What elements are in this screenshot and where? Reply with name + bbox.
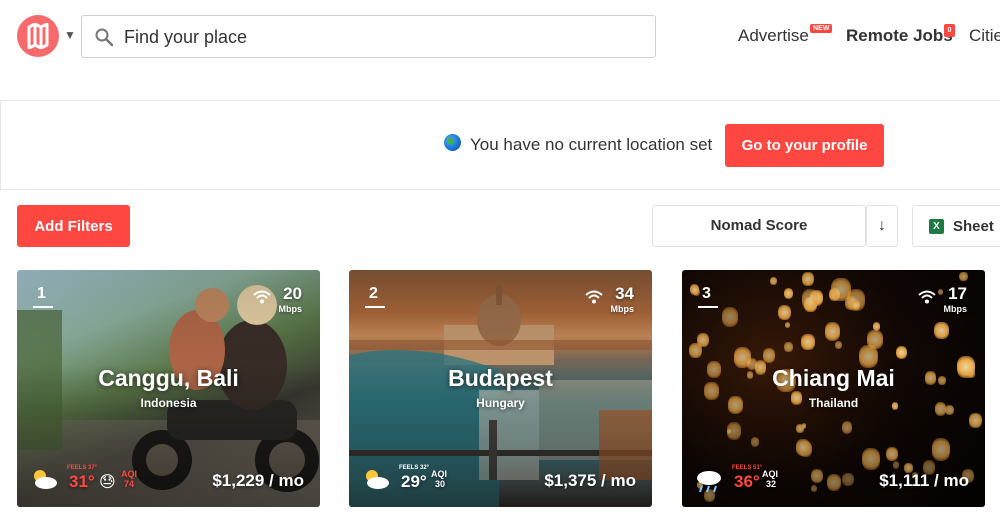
cloud-sun-icon [366, 470, 389, 489]
feels-like-temp: FEELS 51° [732, 465, 763, 471]
city-card-canggu[interactable]: 1 20 Mbps Canggu, Bali Indonesia FEELS 3… [17, 270, 320, 507]
sheet-label: Sheet [953, 218, 994, 235]
aqi-value: 32 [766, 479, 777, 489]
remote-jobs-count-badge: 0 [944, 24, 955, 37]
feels-like-temp: FEELS 37° [67, 465, 98, 471]
internet-speed-unit: Mbps [610, 304, 635, 314]
temperature: 29° [401, 472, 427, 491]
cloud-sun-icon [34, 470, 57, 489]
sweating-face-icon: 😓 [99, 474, 116, 491]
city-card-budapest[interactable]: 2 34 Mbps Budapest Hungary FEELS 32° 29°… [349, 270, 652, 507]
temperature: 31° [69, 472, 95, 491]
aqi-label: AQI [431, 469, 448, 479]
rank-number: 2 [369, 285, 378, 302]
temperature: 36° [734, 472, 760, 491]
feels-like-temp: FEELS 32° [399, 465, 430, 471]
excel-icon: X [929, 219, 944, 234]
rank-underline [698, 306, 718, 308]
monthly-cost: $1,375 / mo [544, 471, 636, 490]
rank-number: 1 [37, 285, 46, 302]
wifi-icon [585, 290, 603, 304]
sort-direction-button[interactable]: ↓ [866, 205, 898, 247]
globe-icon [444, 134, 461, 151]
nomadlist-logo[interactable] [17, 15, 59, 57]
sheet-button[interactable]: X Sheet [912, 205, 1000, 247]
new-badge: NEW [810, 24, 833, 33]
search-box[interactable] [81, 15, 656, 58]
sort-select[interactable]: Nomad Score [652, 205, 866, 247]
internet-speed: 34 [615, 284, 634, 303]
monthly-cost: $1,229 / mo [212, 471, 304, 490]
rank-underline [365, 306, 385, 308]
wifi-icon [918, 290, 936, 304]
city-card-chiang-mai[interactable]: 3 17 Mbps Chiang Mai Thailand FEELS 51° … [682, 270, 985, 507]
internet-speed: 20 [283, 284, 302, 303]
aqi-label: AQI [121, 469, 138, 479]
nav-advertise-link[interactable]: Advertise [738, 26, 809, 46]
city-name: Canggu, Bali [98, 365, 239, 391]
search-icon [95, 28, 114, 47]
nav-remote-jobs-link[interactable]: Remote Jobs [846, 26, 953, 46]
aqi-value: 74 [124, 479, 135, 489]
monthly-cost: $1,111 / mo [879, 471, 969, 490]
wifi-icon [253, 290, 271, 304]
nav-cities-link[interactable]: Citie [969, 26, 1000, 46]
internet-speed-unit: Mbps [943, 304, 968, 314]
go-to-profile-button[interactable]: Go to your profile [725, 124, 884, 167]
city-name: Budapest [448, 365, 553, 391]
top-header: ▼ Advertise NEW Remote Jobs 0 Citie [0, 0, 1000, 72]
internet-speed-unit: Mbps [278, 304, 303, 314]
country-name: Hungary [476, 396, 525, 410]
add-filters-button[interactable]: Add Filters [17, 205, 130, 247]
rank-underline [33, 306, 53, 308]
internet-speed: 17 [948, 284, 967, 303]
location-message: You have no current location set [470, 135, 713, 154]
cloud-rain-icon [697, 471, 721, 493]
rank-number: 3 [702, 285, 711, 302]
chevron-down-icon[interactable]: ▼ [64, 28, 76, 42]
aqi-value: 30 [435, 479, 446, 489]
aqi-label: AQI [762, 469, 779, 479]
search-input[interactable] [124, 24, 624, 50]
map-logo-icon [27, 23, 49, 49]
country-name: Thailand [808, 396, 859, 410]
country-name: Indonesia [140, 396, 197, 410]
city-name: Chiang Mai [772, 365, 895, 391]
